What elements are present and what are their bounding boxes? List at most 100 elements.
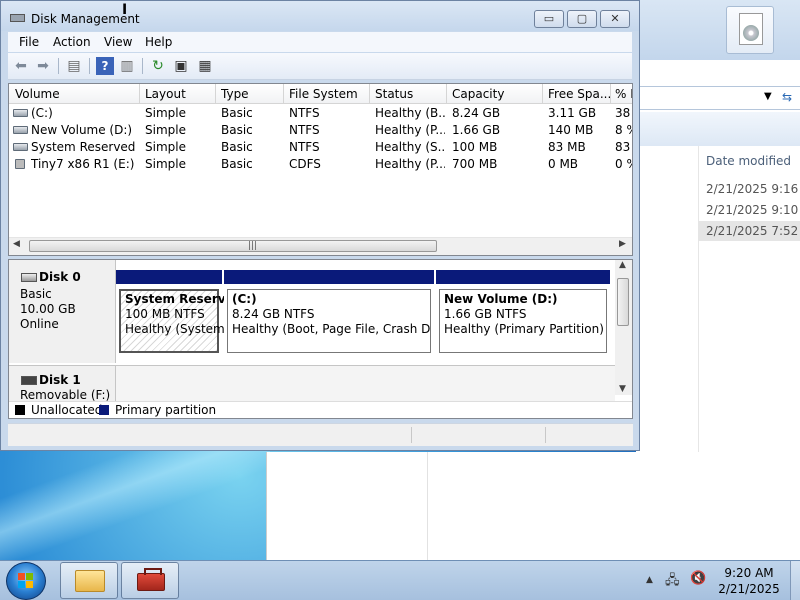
partition-c[interactable]: (C:) 8.24 GB NTFS Healthy (Boot, Page Fi… (224, 270, 434, 357)
volume-list[interactable]: Volume Layout Type File System Status Ca… (8, 83, 633, 256)
clock-time[interactable]: 9:20 AM (713, 566, 785, 580)
explorer-column-divider (427, 452, 428, 560)
column-header-type[interactable]: Type (221, 87, 281, 101)
windows-logo-icon (18, 573, 34, 589)
cell-capacity: 8.24 GB (452, 106, 501, 120)
explorer-address-bar[interactable]: ▼ ⇆ (636, 86, 800, 110)
network-icon[interactable]: 🖧 (665, 571, 680, 593)
column-header-capacity[interactable]: Capacity (452, 87, 542, 101)
explorer-lower-pane (266, 452, 800, 560)
refresh-icon[interactable]: ⇆ (782, 90, 792, 104)
clock-date[interactable]: 2/21/2025 (713, 582, 785, 596)
explorer-header (636, 0, 800, 60)
toolbar-separator (89, 58, 90, 74)
start-button[interactable] (6, 562, 46, 600)
scrollbar-thumb[interactable]: ||| (29, 240, 437, 252)
scroll-up-icon[interactable]: ▲ (619, 260, 626, 270)
toolbar-separator (142, 58, 143, 74)
table-row[interactable]: System Reserved Simple Basic NTFS Healthy (S… (9, 139, 632, 156)
cell-type: Basic (221, 140, 253, 154)
cell-free: 83 MB (548, 140, 586, 154)
primary-partition-bar (224, 270, 434, 284)
primary-partition-bar (116, 270, 222, 284)
toolbar-separator (58, 58, 59, 74)
table-row[interactable]: Tiny7 x86 R1 (E:) Simple Basic CDFS Healthy … (9, 156, 632, 173)
show-desktop-button[interactable] (790, 561, 800, 600)
cell-volume: System Reserved (31, 140, 136, 154)
taskbar-computer-management-button[interactable] (121, 562, 179, 599)
menu-help[interactable]: Help (145, 35, 172, 49)
disk-type: Basic (20, 287, 52, 301)
refresh-icon[interactable]: ↻ (149, 57, 167, 75)
toolbox-icon (137, 568, 165, 591)
cell-fs: CDFS (289, 157, 321, 171)
menu-view[interactable]: View (104, 35, 132, 49)
partition-body: New Volume (D:) 1.66 GB NTFS Healthy (Pr… (439, 289, 607, 353)
table-row[interactable]: (C:) Simple Basic NTFS Healthy (B... 8.24 GB 3… (9, 105, 632, 122)
partition-status: Healthy (Primary Partition) (444, 322, 604, 336)
scroll-left-icon[interactable]: ◀ (13, 239, 20, 249)
menu-action[interactable]: Action (53, 35, 91, 49)
horizontal-scrollbar[interactable]: ◀ ||| ▶ (9, 237, 632, 255)
cell-capacity: 100 MB (452, 140, 498, 154)
scroll-right-icon[interactable]: ▶ (619, 239, 626, 249)
menu-file[interactable]: File (19, 35, 39, 49)
console-tree-icon[interactable]: ▤ (65, 57, 83, 75)
maximize-button[interactable]: ▢ (567, 10, 597, 28)
cell-layout: Simple (145, 157, 186, 171)
forward-arrow-icon[interactable]: ➡ (34, 57, 52, 75)
removable-disk-icon (21, 376, 37, 385)
column-divider (215, 84, 216, 103)
partition-size: 8.24 GB NTFS (232, 307, 315, 321)
disk-management-window[interactable]: Disk Management I ▭ ▢ ✕ File Action View… (0, 0, 640, 451)
table-row[interactable]: New Volume (D:) Simple Basic NTFS Healthy (P… (9, 122, 632, 139)
vertical-scrollbar[interactable]: ▲ ▼ (615, 260, 632, 395)
column-header-volume[interactable]: Volume (15, 87, 135, 101)
disc-image-file-icon[interactable] (726, 6, 774, 54)
show-hidden-icons-arrow[interactable]: ▲ (646, 575, 653, 585)
scrollbar-thumb[interactable] (617, 278, 629, 326)
column-header-layout[interactable]: Layout (145, 87, 215, 101)
close-button[interactable]: ✕ (600, 10, 630, 28)
partition-d[interactable]: New Volume (D:) 1.66 GB NTFS Healthy (Pr… (436, 270, 610, 357)
maximize-icon: ▢ (576, 12, 588, 25)
disk-1-info[interactable]: Disk 1 Removable (F:) (9, 365, 116, 402)
show-hide-pane-icon[interactable]: ▥ (118, 57, 136, 75)
column-header-file-system[interactable]: File System (289, 87, 369, 101)
cell-type: Basic (221, 106, 253, 120)
partition-status: Healthy (Boot, Page File, Crash Dump (232, 322, 431, 336)
chevron-down-icon[interactable]: ▼ (764, 91, 772, 102)
scroll-down-icon[interactable]: ▼ (619, 384, 626, 394)
partition-system-reserved[interactable]: System Reserved 100 MB NTFS Healthy (Sys… (116, 270, 242, 357)
list-item-selected[interactable]: 2/21/2025 7:52 AM (698, 221, 800, 241)
title-bar[interactable]: Disk Management I ▭ ▢ ✕ (1, 1, 639, 31)
toolbar: ⬅ ➡ ▤ ? ▥ ↻ ▣ ▦ (8, 53, 632, 80)
volume-muted-icon[interactable]: 🔇 (690, 571, 706, 586)
legend: Unallocated Primary partition (9, 401, 632, 418)
cell-free: 0 MB (548, 157, 579, 171)
column-header-status[interactable]: Status (375, 87, 445, 101)
column-header-percent-free[interactable]: % F (615, 87, 632, 101)
rescan-disks-icon[interactable]: ▦ (196, 57, 214, 75)
disk-0-info[interactable]: Disk 0 Basic 10.00 GB Online (9, 260, 116, 363)
partition-status: Healthy (System, (125, 322, 229, 336)
disk-graphical-view[interactable]: Disk 0 Basic 10.00 GB Online System Rese… (8, 259, 633, 419)
taskbar-explorer-button[interactable] (60, 562, 118, 599)
column-divider (542, 84, 543, 103)
folder-icon (75, 570, 105, 592)
help-icon[interactable]: ? (96, 57, 114, 75)
disk-type: Removable (F:) (20, 388, 111, 402)
properties-icon[interactable]: ▣ (172, 57, 190, 75)
cell-status: Healthy (P... (375, 157, 445, 171)
back-arrow-icon[interactable]: ⬅ (12, 57, 30, 75)
minimize-button[interactable]: ▭ (534, 10, 564, 28)
column-header-date-modified[interactable]: Date modified (706, 154, 791, 168)
status-separator (411, 427, 412, 443)
cd-drive-icon (15, 159, 25, 169)
column-divider (139, 84, 140, 103)
list-item[interactable]: 2/21/2025 9:16 AM (698, 179, 800, 199)
column-header-free-space[interactable]: Free Spa... (548, 87, 610, 101)
disk-1-area[interactable] (116, 365, 615, 402)
close-icon: ✕ (610, 12, 620, 25)
list-item[interactable]: 2/21/2025 9:10 AM (698, 200, 800, 220)
